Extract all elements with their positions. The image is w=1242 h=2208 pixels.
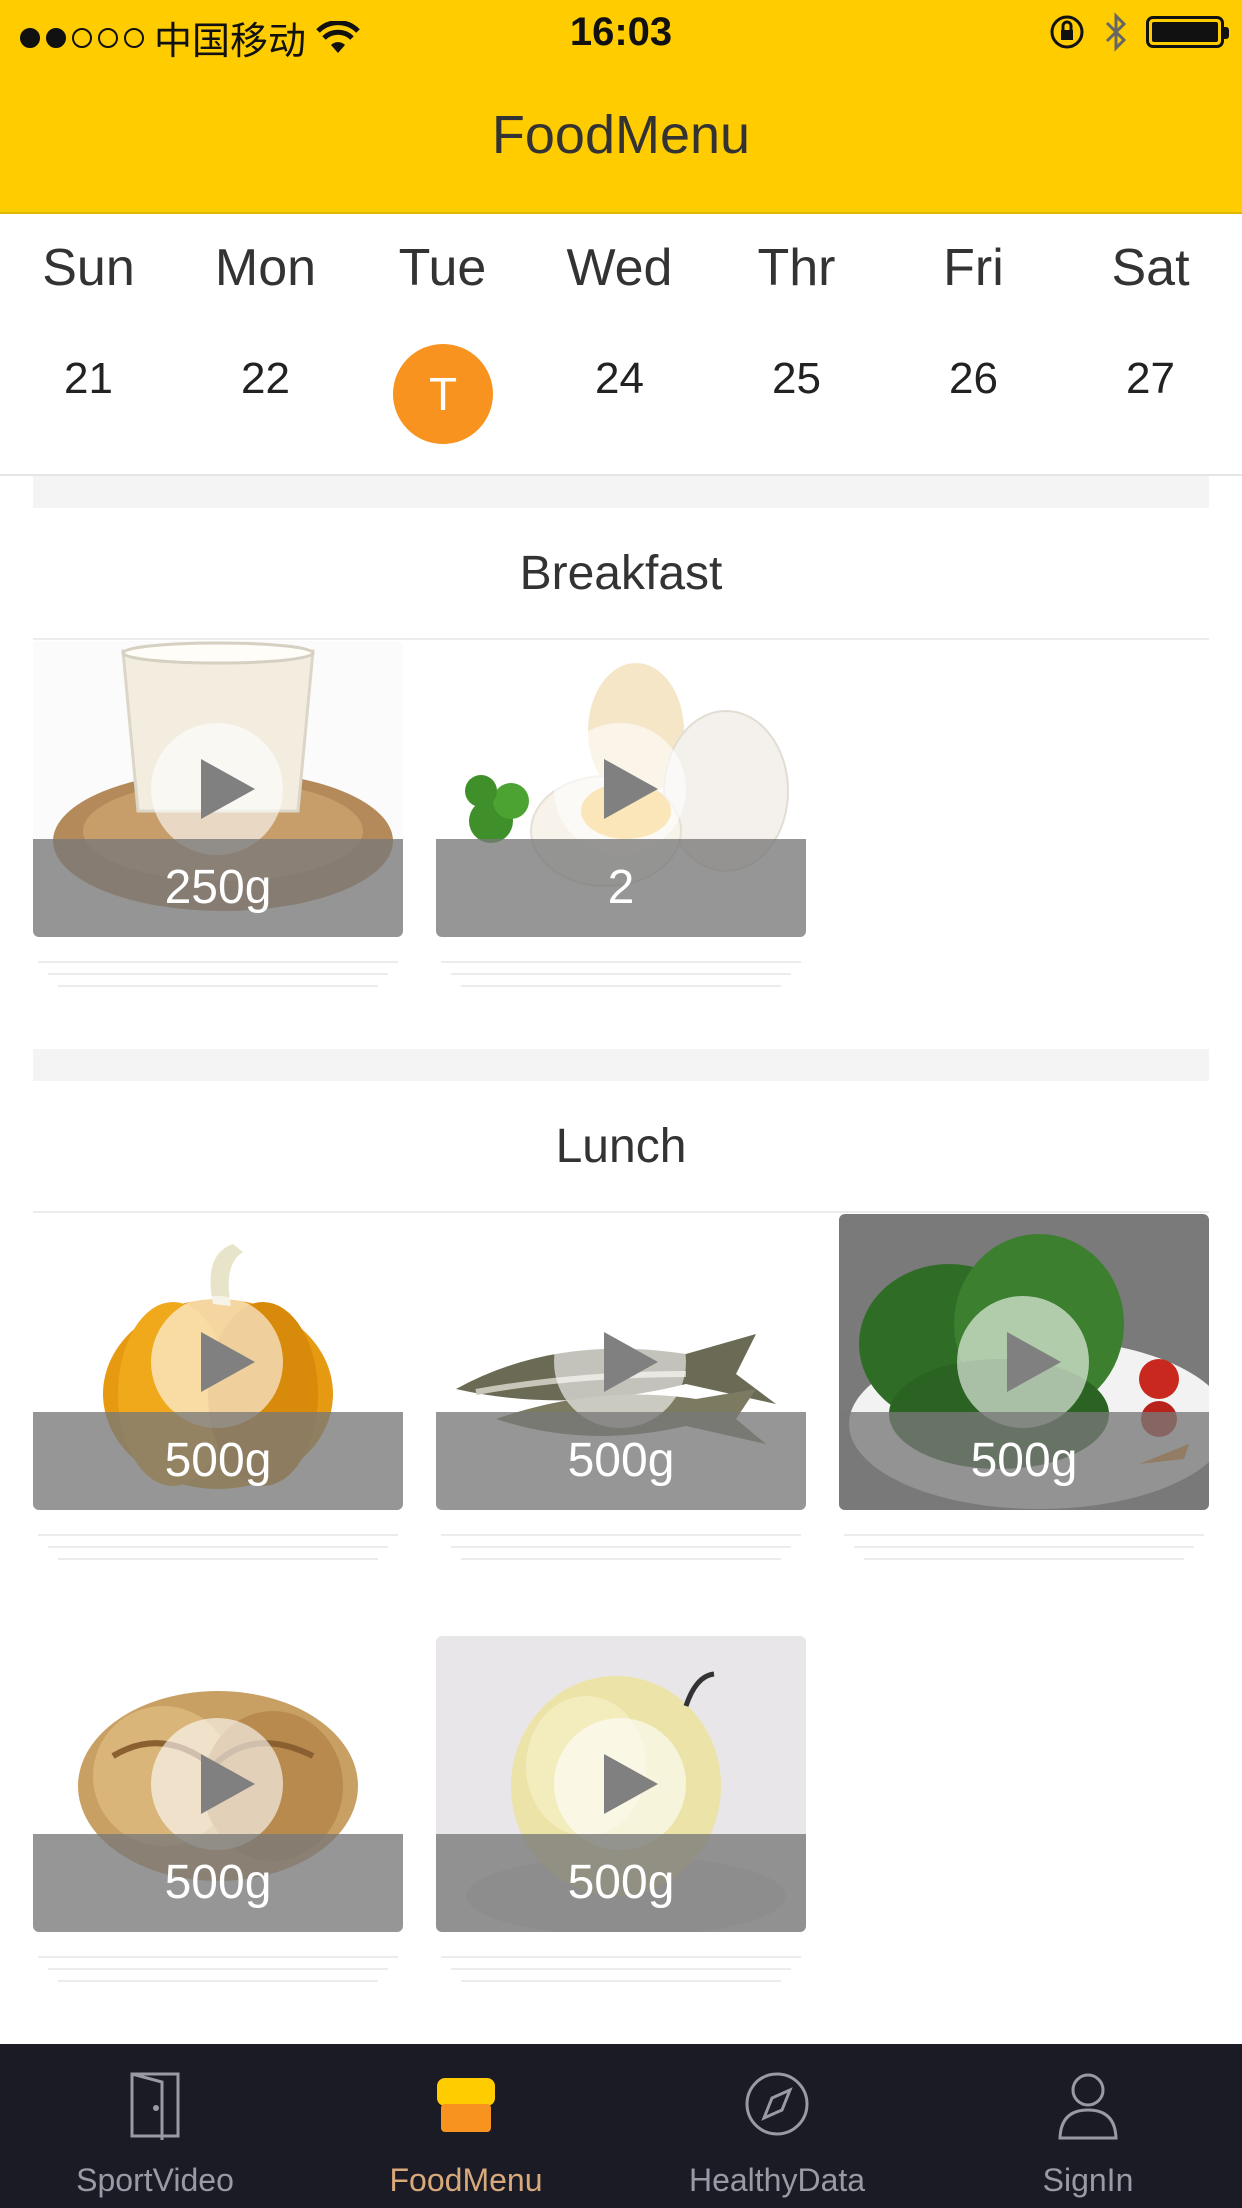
play-icon[interactable] [554, 1718, 686, 1850]
tab-bar: SportVideo FoodMenu HealthyData SignIn [0, 2044, 1242, 2208]
card-stack-shadow [38, 941, 398, 1001]
tab-signin[interactable]: SignIn [933, 2044, 1242, 2208]
date-label: 24 [595, 354, 644, 403]
weekday-label: Sun [42, 239, 135, 297]
calendar-day-sun[interactable]: Sun 21 [0, 214, 177, 474]
tab-label: FoodMenu [389, 2162, 543, 2198]
meal-list[interactable]: Breakfast 250g 2 Lunch 500g 500g 500g 50… [0, 476, 1242, 2044]
date-label: 26 [949, 354, 998, 403]
calendar-day-sat[interactable]: Sat 27 [1062, 214, 1239, 474]
calendar-day-mon[interactable]: Mon 22 [177, 214, 354, 474]
date-label: 22 [241, 354, 290, 403]
food-weight: 500g [839, 1412, 1209, 1510]
card-stack-shadow [441, 1514, 801, 1574]
tab-label: HealthyData [688, 2162, 866, 2198]
food-card-spinach[interactable]: 500g [839, 1214, 1209, 1510]
tab-sportvideo[interactable]: SportVideo [0, 2044, 310, 2208]
tab-healthydata[interactable]: HealthyData [622, 2044, 932, 2208]
tab-label: SportVideo [76, 2162, 234, 2198]
date-label: 25 [772, 354, 821, 403]
play-icon[interactable] [151, 1718, 283, 1850]
food-card-pumpkin[interactable]: 500g [33, 1214, 403, 1510]
shop-icon [437, 2078, 495, 2132]
play-icon[interactable] [554, 1296, 686, 1428]
play-icon[interactable] [957, 1296, 1089, 1428]
food-card-fish[interactable]: 500g [436, 1214, 806, 1510]
today-badge[interactable]: T [393, 344, 493, 444]
date-label: 27 [1126, 354, 1175, 403]
card-stack-shadow [441, 941, 801, 1001]
play-icon[interactable] [151, 723, 283, 855]
divider [33, 1211, 1209, 1213]
divider [33, 638, 1209, 640]
lunch-title: Lunch [555, 1120, 687, 1173]
tab-foodmenu[interactable]: FoodMenu [311, 2044, 621, 2208]
food-weight: 250g [33, 839, 403, 937]
battery-icon [1146, 16, 1229, 48]
breakfast-title: Breakfast [519, 547, 723, 600]
play-icon[interactable] [151, 1296, 283, 1428]
card-stack-shadow [38, 1514, 398, 1574]
calendar-day-wed[interactable]: Wed 24 [531, 214, 708, 474]
food-weight: 500g [33, 1834, 403, 1932]
play-icon[interactable] [554, 723, 686, 855]
food-weight: 500g [436, 1412, 806, 1510]
date-label: 21 [64, 354, 113, 403]
calendar-day-thr[interactable]: Thr 25 [708, 214, 885, 474]
compass-icon [745, 2072, 809, 2136]
weekday-label: Wed [566, 239, 673, 297]
page-title: FoodMenu [491, 105, 751, 165]
food-weight: 500g [436, 1834, 806, 1932]
door-icon [130, 2072, 180, 2140]
weekday-label: Thr [757, 239, 836, 297]
weekday-label: Tue [398, 239, 487, 297]
card-stack-shadow [844, 1514, 1204, 1574]
tab-label: SignIn [1042, 2162, 1134, 2198]
card-stack-shadow [38, 1936, 398, 1996]
weekday-label: Mon [214, 239, 317, 297]
food-weight: 500g [33, 1412, 403, 1510]
section-separator [33, 476, 1209, 508]
weekday-label: Sat [1111, 239, 1190, 297]
person-icon [1058, 2073, 1118, 2140]
food-card-walnut[interactable]: 500g [33, 1636, 403, 1932]
food-card-pear[interactable]: 500g [436, 1636, 806, 1932]
calendar-day-fri[interactable]: Fri 26 [885, 214, 1062, 474]
bluetooth-icon [1105, 12, 1127, 52]
orientation-lock-icon [1050, 15, 1084, 49]
status-icons [1048, 12, 1229, 52]
food-card-soy-milk[interactable]: 250g [33, 641, 403, 937]
weekday-label: Fri [943, 239, 1004, 297]
status-bar: 中国移动 16:03 [0, 0, 1242, 66]
section-separator [33, 1049, 1209, 1081]
week-calendar: Sun 21 Mon 22 Tue Wed 24 Thr 25 Fri 26 S… [0, 214, 1242, 476]
food-weight: 2 [436, 839, 806, 937]
navigation-bar: FoodMenu [0, 66, 1242, 214]
food-card-eggs[interactable]: 2 [436, 641, 806, 937]
card-stack-shadow [441, 1936, 801, 1996]
